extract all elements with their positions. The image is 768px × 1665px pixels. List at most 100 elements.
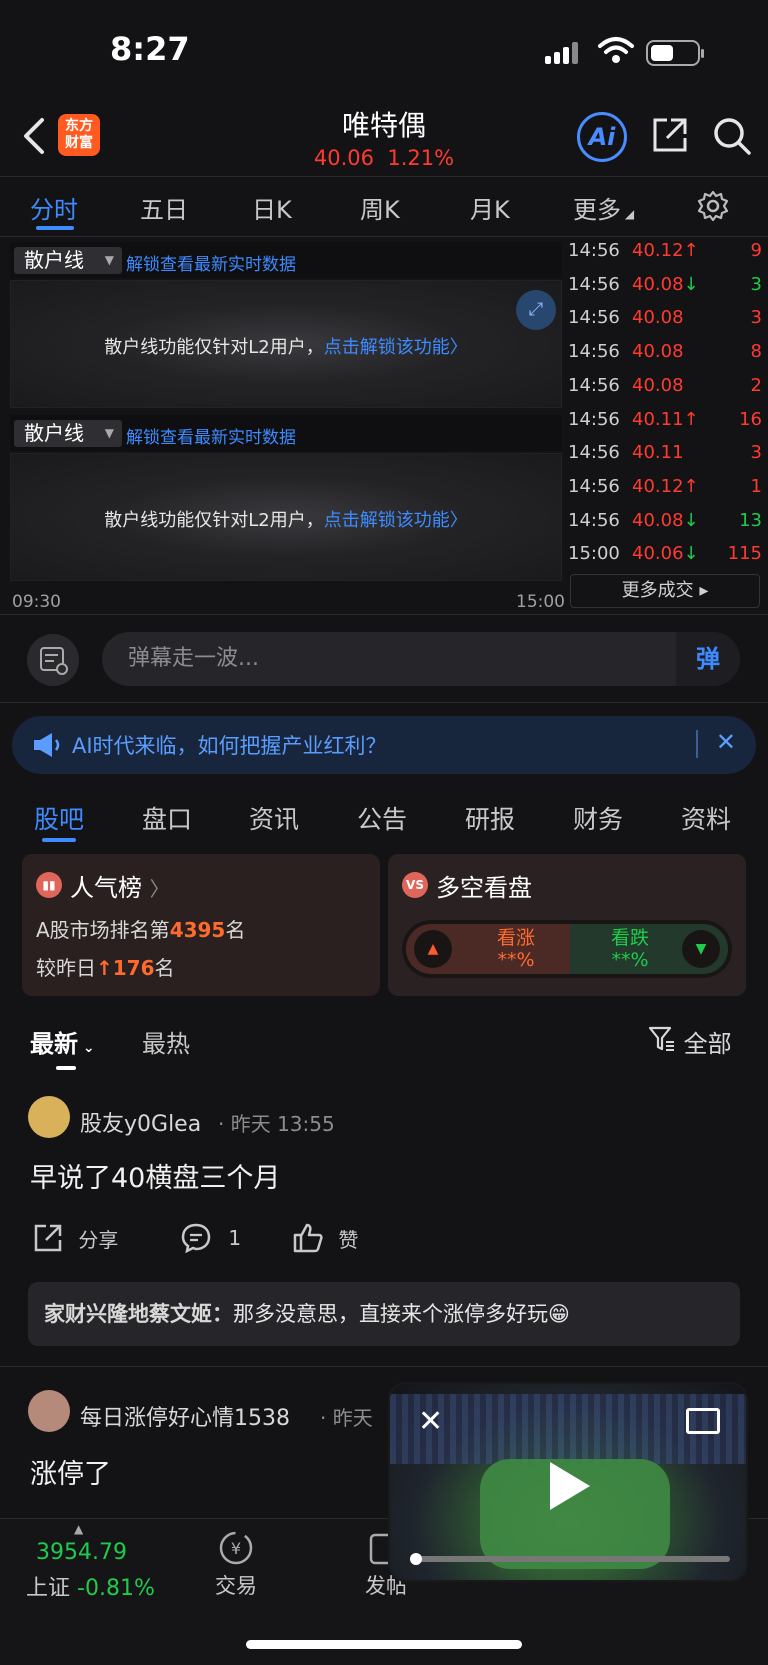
tab-monthly-k[interactable]: 月K <box>470 190 510 225</box>
danmaku-send-button[interactable]: 弹 <box>676 632 740 686</box>
trade-volume: 2 <box>750 374 762 396</box>
tab-latest[interactable]: 最新 ⌄ <box>30 1024 95 1059</box>
gear-icon[interactable] <box>697 190 729 226</box>
share-post-button[interactable]: 分享 <box>32 1222 118 1254</box>
tab-forum[interactable]: 股吧 <box>34 800 84 836</box>
hot-reply[interactable]: 家财兴隆地蔡文姬：那多没意思，直接来个涨停多好玩😁 <box>28 1282 740 1346</box>
trade-price: 40.12↑ <box>632 240 699 261</box>
share-icon[interactable] <box>651 116 689 158</box>
close-icon[interactable]: ✕ <box>716 728 736 756</box>
post-username[interactable]: 每日涨停好心情1538 <box>80 1400 290 1432</box>
avatar[interactable] <box>28 1096 70 1138</box>
panel-header-2: 散户线 ▼ 解锁查看最新实时数据 <box>10 415 562 451</box>
trade-time: 14:56 <box>568 408 620 430</box>
trade-icon[interactable]: ¥ <box>216 1530 256 1570</box>
more-deals-button[interactable]: 更多成交 ▸ <box>570 574 760 608</box>
indicator-dropdown[interactable]: 散户线 ▼ <box>14 420 122 447</box>
trade-time: 14:56 <box>568 475 620 497</box>
trade-volume: 1 <box>750 475 762 497</box>
lock-message: 散户线功能仅针对L2用户， <box>104 510 324 531</box>
fullscreen-icon[interactable] <box>686 1408 720 1434</box>
chart-divider <box>0 614 768 615</box>
post-content[interactable]: 涨停了 <box>30 1452 111 1491</box>
trade-price: 40.12↑ <box>632 475 699 497</box>
danmaku-input[interactable]: 弹幕走一波... <box>102 632 740 686</box>
unlock-feature-link[interactable]: 点击解锁该功能〉 <box>324 337 468 358</box>
tab-intraday[interactable]: 分时 <box>30 190 78 225</box>
trade-time: 14:56 <box>568 307 620 329</box>
svg-text:¥: ¥ <box>231 1539 241 1558</box>
tab-announcements[interactable]: 公告 <box>357 800 407 836</box>
price-change: 1.21% <box>387 146 455 170</box>
nav-trade[interactable]: 交易 <box>196 1570 276 1600</box>
unlock-link[interactable]: 解锁查看最新实时数据 <box>126 423 296 448</box>
danmaku-settings-icon[interactable] <box>27 634 79 686</box>
trade-row: 14:56 40.08↓ 3 <box>568 274 764 308</box>
vote-down-button[interactable]: 看跌 **% ▼ <box>570 924 728 974</box>
post-divider <box>0 1366 768 1367</box>
tab-profile[interactable]: 资料 <box>681 800 731 836</box>
time-axis-start: 09:30 <box>12 592 61 612</box>
locked-panel-1: 散户线功能仅针对L2用户，点击解锁该功能〉 <box>10 280 562 408</box>
trade-price: 40.08 <box>632 374 684 396</box>
trade-row: 14:56 40.08 2 <box>568 375 764 409</box>
tab-more[interactable]: 更多 ◢ <box>573 190 634 225</box>
indicator-dropdown[interactable]: 散户线 ▼ <box>14 247 122 274</box>
tab-weekly-k[interactable]: 周K <box>360 190 400 225</box>
play-icon[interactable] <box>550 1462 590 1510</box>
like-button[interactable]: 赞 <box>292 1222 358 1254</box>
index-value[interactable]: 3954.79 <box>36 1540 127 1565</box>
tab-hottest[interactable]: 最热 <box>142 1024 190 1059</box>
post-username[interactable]: 股友y0Glea <box>80 1106 201 1138</box>
post-time: · 昨天 <box>320 1406 373 1430</box>
unlock-feature-link[interactable]: 点击解锁该功能〉 <box>324 510 468 531</box>
trade-price: 40.08↓ <box>632 273 699 295</box>
ai-banner[interactable]: AI时代来临，如何把握产业红利？ ✕ <box>12 716 756 774</box>
tab-research[interactable]: 研报 <box>465 800 515 836</box>
index-summary[interactable]: 上证 -0.81% <box>26 1570 155 1602</box>
trade-time: 14:56 <box>568 374 620 396</box>
comment-button[interactable]: 1 <box>180 1222 241 1254</box>
close-icon[interactable]: ✕ <box>418 1404 443 1439</box>
expand-icon[interactable]: ⤢ <box>516 290 556 330</box>
battery-icon <box>646 40 704 66</box>
popularity-card[interactable]: ▮▮ 人气榜 〉 A股市场排名第4395名 较昨日↑176名 <box>22 854 380 996</box>
megaphone-icon <box>32 731 62 763</box>
ai-assistant-button[interactable]: Ai <box>577 112 627 162</box>
tab-news[interactable]: 资讯 <box>249 800 299 836</box>
post-content[interactable]: 早说了40横盘三个月 <box>30 1156 280 1195</box>
trade-price: 40.08 <box>632 307 684 329</box>
tab-underline <box>36 226 74 230</box>
video-progress-bar[interactable] <box>410 1553 730 1565</box>
section-tab-underline <box>42 838 76 842</box>
filter-button[interactable]: 全部 <box>648 1024 732 1059</box>
price-value: 40.06 <box>313 146 375 170</box>
cellular-signal-icon <box>545 40 583 64</box>
vote-up-button[interactable]: ▲ 看涨 **% <box>406 924 570 974</box>
tab-orderbook[interactable]: 盘口 <box>142 800 192 836</box>
tab-daily-k[interactable]: 日K <box>252 190 292 225</box>
share-icon <box>34 1224 62 1252</box>
trade-price: 40.11 <box>632 442 684 464</box>
trade-time: 14:56 <box>568 341 620 363</box>
reply-username: 家财兴隆地蔡文姬： <box>44 1302 233 1326</box>
market-rank: A股市场排名第4395名 <box>36 918 246 942</box>
avatar[interactable] <box>28 1390 70 1432</box>
trade-time: 14:56 <box>568 240 620 261</box>
tab-finance[interactable]: 财务 <box>573 800 623 836</box>
lock-message: 散户线功能仅针对L2用户， <box>104 337 324 358</box>
search-icon[interactable] <box>712 116 752 160</box>
banner-separator <box>696 730 698 758</box>
ranking-icon: ▮▮ <box>36 872 62 898</box>
filter-icon <box>648 1025 676 1059</box>
time-axis-end: 15:00 <box>516 592 565 612</box>
unlock-link[interactable]: 解锁查看最新实时数据 <box>126 250 296 275</box>
chevron-up-icon[interactable]: ▲ <box>74 1522 83 1536</box>
panel-header-1: 散户线 ▼ 解锁查看最新实时数据 <box>10 242 562 278</box>
arrow-down-icon: ▼ <box>682 930 720 968</box>
video-pip-player[interactable]: ✕ <box>388 1382 748 1582</box>
arrow-up-icon: ▲ <box>414 930 452 968</box>
tab-five-day[interactable]: 五日 <box>140 190 188 225</box>
trade-volume: 13 <box>739 509 762 531</box>
sentiment-title: 多空看盘 <box>436 874 532 902</box>
